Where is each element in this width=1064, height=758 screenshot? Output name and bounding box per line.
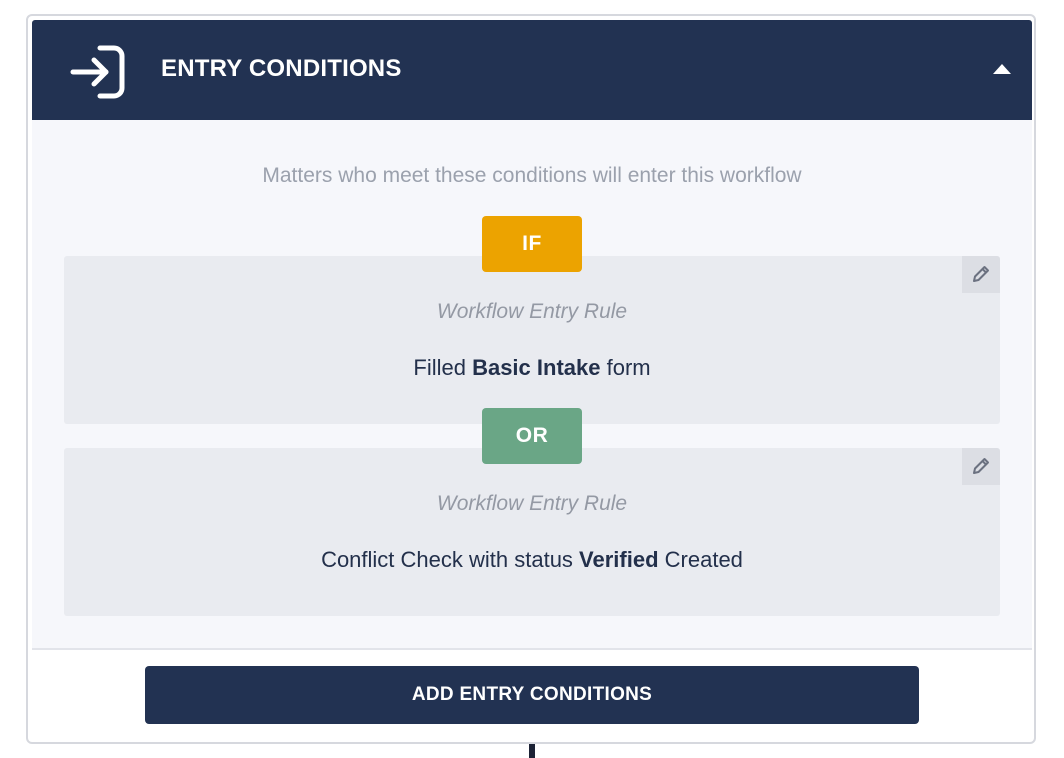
- edit-rule-button[interactable]: [962, 256, 1000, 293]
- rule-description: Conflict Check with status Verified Crea…: [64, 545, 1000, 575]
- rule-text-prefix: Filled: [413, 355, 473, 380]
- rule-text-suffix: Created: [658, 547, 743, 572]
- if-operator-badge: IF: [482, 216, 582, 272]
- rule-form-name: Basic Intake: [472, 355, 601, 380]
- edit-rule-button[interactable]: [962, 448, 1000, 485]
- conditions-description: Matters who meet these conditions will e…: [262, 164, 802, 187]
- sign-in-icon: [70, 44, 126, 100]
- section-title: ENTRY CONDITIONS: [161, 55, 402, 82]
- rule-label: Workflow Entry Rule: [436, 300, 628, 323]
- rule-status-value: Verified: [579, 547, 659, 572]
- rule-text-prefix: Conflict Check with status: [321, 547, 580, 572]
- entry-rule-card: Workflow Entry Rule Conflict Check with …: [64, 448, 1000, 616]
- rule-label: Workflow Entry Rule: [436, 492, 628, 515]
- or-operator-badge: OR: [482, 408, 582, 464]
- collapse-toggle-button[interactable]: [986, 56, 1018, 82]
- rule-description: Filled Basic Intake form: [64, 353, 1000, 383]
- workflow-connector-line: [529, 744, 535, 758]
- footer-divider: [32, 648, 1032, 650]
- pencil-icon: [973, 266, 989, 282]
- caret-up-icon: [993, 64, 1011, 74]
- add-entry-conditions-button[interactable]: ADD ENTRY CONDITIONS: [145, 666, 919, 724]
- pencil-icon: [973, 458, 989, 474]
- rule-text-suffix: form: [600, 355, 651, 380]
- entry-rule-card: Workflow Entry Rule Filled Basic Intake …: [64, 256, 1000, 424]
